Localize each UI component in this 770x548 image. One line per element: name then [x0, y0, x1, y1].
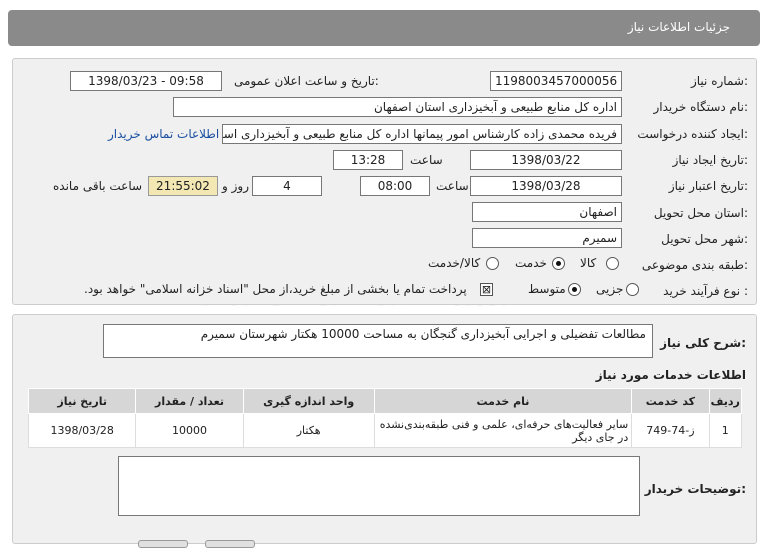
- announce-label: تاریخ و ساعت اعلان عمومی:: [234, 74, 379, 88]
- days-label: روز و: [222, 179, 249, 193]
- validity-date-field: 1398/03/28: [470, 176, 622, 196]
- row-qty: 10000: [135, 413, 244, 448]
- create-time-field: 13:28: [333, 150, 403, 170]
- buyer-notes-field: [118, 456, 640, 516]
- need-number-field: 1198003457000056: [490, 71, 622, 91]
- table-row: 1 ز-74-749 سایر فعالیت‌های حرفه‌ای، علمی…: [27, 413, 743, 448]
- subject-field: مطالعات تفضیلی و اجرایی آبخیزداری گنجگان…: [103, 324, 653, 358]
- remaining-label: ساعت باقی مانده: [53, 179, 143, 193]
- page-title: جزئیات اطلاعات نیاز: [627, 20, 730, 34]
- category-radio-service[interactable]: [552, 257, 565, 270]
- col-code: کد خدمت: [631, 388, 710, 414]
- services-title: اطلاعات خدمات مورد نیاز: [595, 368, 746, 382]
- province-label: استان محل تحویل:: [653, 206, 748, 220]
- buyer-org-label: نام دستگاه خریدار:: [653, 100, 749, 114]
- need-number-label: شماره نیاز:: [690, 74, 748, 88]
- action-button-1[interactable]: [138, 540, 188, 548]
- category-radio-goods-service[interactable]: [486, 257, 499, 270]
- col-index: ردیف: [708, 388, 743, 414]
- city-label: شهر محل تحویل:: [661, 232, 748, 246]
- category-label: طبقه بندی موضوعی:: [641, 258, 748, 272]
- subject-label: شرح کلی نیاز:: [660, 336, 746, 350]
- row-name: سایر فعالیت‌های حرفه‌ای، علمی و فنی طبقه…: [373, 413, 633, 448]
- validity-label: تاریخ اعتبار نیاز:: [668, 179, 748, 193]
- col-date: تاریخ نیاز: [27, 388, 137, 414]
- announce-field: 1398/03/23 - 09:58: [70, 71, 222, 91]
- row-code: ز-74-749: [631, 413, 710, 448]
- requester-label: ایجاد کننده درخواست:: [637, 127, 748, 141]
- validity-time-field: 08:00: [360, 176, 430, 196]
- process-medium-label: متوسط: [528, 282, 566, 296]
- remaining-time-field: 21:55:02: [148, 176, 218, 196]
- treasury-checkbox[interactable]: ⊠: [480, 283, 493, 296]
- contact-link[interactable]: اطلاعات تماس خریدار: [108, 127, 219, 141]
- services-table: ردیف کد خدمت نام خدمت واحد اندازه گیری ت…: [27, 388, 743, 448]
- category-goods-service-label: کالا/خدمت: [428, 256, 481, 270]
- process-label: نوع فرآیند خرید :: [663, 284, 748, 298]
- table-header-row: ردیف کد خدمت نام خدمت واحد اندازه گیری ت…: [27, 388, 743, 414]
- col-name: نام خدمت: [373, 388, 633, 414]
- col-qty: تعداد / مقدار: [135, 388, 244, 414]
- process-radio-minor[interactable]: [626, 283, 639, 296]
- city-field: سمیرم: [472, 228, 622, 248]
- action-button-2[interactable]: [205, 540, 255, 548]
- payment-note: پرداخت تمام یا بخشی از مبلغ خرید،از محل …: [84, 282, 467, 296]
- buyer-org-field: اداره کل منابع طبیعی و آبخیزداری استان ا…: [173, 97, 622, 117]
- category-goods-label: کالا: [580, 256, 597, 270]
- days-field: 4: [252, 176, 322, 196]
- create-date-field: 1398/03/22: [470, 150, 622, 170]
- create-date-label: تاریخ ایجاد نیاز:: [672, 153, 748, 167]
- category-radio-goods[interactable]: [606, 257, 619, 270]
- buyer-notes-label: توضیحات خریدار:: [644, 482, 746, 496]
- process-minor-label: جزیی: [596, 282, 624, 296]
- province-field: اصفهان: [472, 202, 622, 222]
- row-index: 1: [708, 413, 743, 448]
- requester-field: فریده محمدی زاده کارشناس امور پیمانها اد…: [222, 124, 622, 144]
- row-date: 1398/03/28: [27, 413, 137, 448]
- category-service-label: خدمت: [515, 256, 547, 270]
- create-time-label: ساعت: [410, 153, 443, 167]
- page-header: جزئیات اطلاعات نیاز: [8, 10, 760, 46]
- process-radio-medium[interactable]: [568, 283, 581, 296]
- col-unit: واحد اندازه گیری: [242, 388, 375, 414]
- row-unit: هکتار: [242, 413, 375, 448]
- validity-time-label: ساعت: [436, 179, 469, 193]
